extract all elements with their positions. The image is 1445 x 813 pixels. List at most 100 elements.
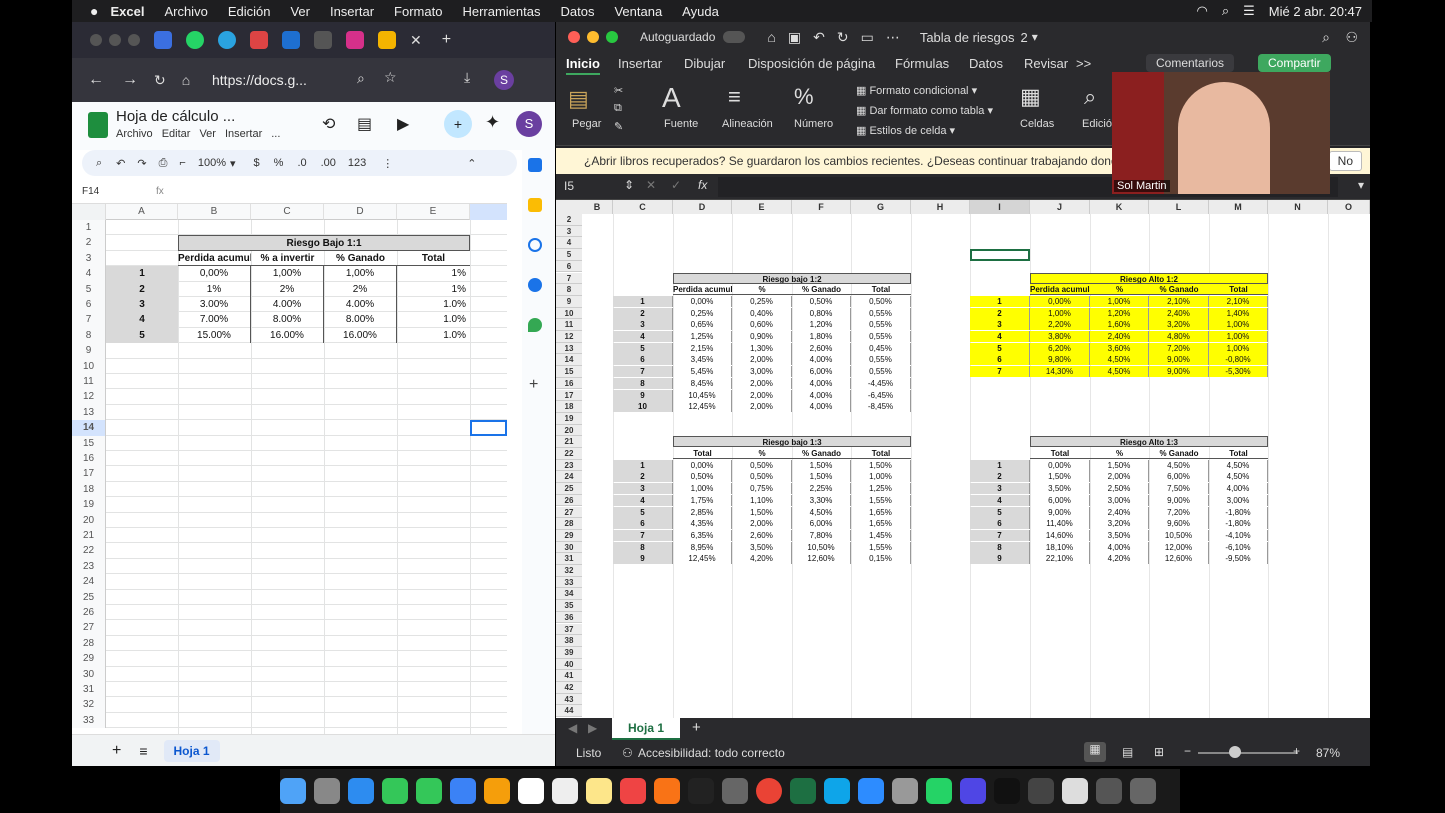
- tab-outlook-icon[interactable]: [282, 31, 300, 49]
- column-header[interactable]: E: [397, 204, 470, 220]
- finder-icon[interactable]: [280, 778, 306, 804]
- table-cell[interactable]: 1,10%: [732, 494, 792, 506]
- row-header[interactable]: 2: [556, 214, 582, 226]
- table-cell[interactable]: 7,80%: [792, 529, 851, 541]
- row-header[interactable]: 39: [556, 646, 582, 659]
- row-header[interactable]: 19: [72, 497, 106, 513]
- row-header[interactable]: 31: [72, 682, 106, 698]
- table-cell[interactable]: -9,50%: [1209, 553, 1268, 565]
- table-cell[interactable]: 12,00%: [1149, 541, 1209, 553]
- currency-button[interactable]: $: [254, 157, 260, 169]
- paste-button-label[interactable]: Pegar: [572, 118, 601, 130]
- decrease-decimal-button[interactable]: .0: [297, 157, 306, 169]
- table-cell[interactable]: 1,00%: [324, 266, 397, 282]
- table-cell[interactable]: 0,55%: [851, 366, 911, 378]
- row-header[interactable]: 6: [556, 260, 582, 273]
- table-cell[interactable]: 3,20%: [1149, 319, 1209, 331]
- row-header[interactable]: 17: [556, 389, 582, 402]
- row-header[interactable]: 27: [556, 506, 582, 519]
- page-break-icon[interactable]: ⊞: [1154, 745, 1164, 759]
- table-cell[interactable]: 7,20%: [1149, 506, 1209, 518]
- table-cell[interactable]: 2: [970, 471, 1030, 483]
- table-cell[interactable]: 4: [106, 312, 178, 328]
- table-cell[interactable]: 1,00%: [1209, 319, 1268, 331]
- table-cell[interactable]: 2,00%: [732, 389, 792, 401]
- table-cell[interactable]: 6: [613, 354, 673, 366]
- share-people-icon[interactable]: ⚇: [1345, 29, 1358, 46]
- table-cell[interactable]: 8.00%: [251, 312, 324, 328]
- table-cell[interactable]: 5,45%: [673, 366, 732, 378]
- table-cell[interactable]: 4,50%: [1149, 459, 1209, 471]
- table-cell[interactable]: 5: [613, 506, 673, 518]
- table-cell[interactable]: 0,80%: [792, 307, 851, 319]
- table-cell[interactable]: 3,45%: [673, 354, 732, 366]
- bookmark-star-icon[interactable]: ☆: [384, 69, 397, 86]
- table-cell[interactable]: 1,60%: [1090, 319, 1149, 331]
- table-cell[interactable]: 3.00%: [178, 297, 251, 313]
- table-cell[interactable]: 4,35%: [673, 518, 732, 530]
- zoom-slider[interactable]: [1198, 752, 1298, 754]
- row-header[interactable]: 20: [72, 512, 106, 528]
- table-cell[interactable]: 3,00%: [1090, 494, 1149, 506]
- table-cell[interactable]: 0,45%: [851, 342, 911, 354]
- document-icon[interactable]: [1062, 778, 1088, 804]
- table-cell[interactable]: 1,00%: [1209, 331, 1268, 342]
- table-cell[interactable]: 6: [613, 518, 673, 530]
- table-cell[interactable]: 12,45%: [673, 401, 732, 413]
- redo-icon[interactable]: ↻: [837, 29, 849, 46]
- table-cell[interactable]: 0,15%: [851, 553, 911, 565]
- undo-icon[interactable]: ↶: [813, 29, 825, 46]
- table-cell[interactable]: 4,00%: [1090, 541, 1149, 553]
- table-cell[interactable]: 3,20%: [1090, 518, 1149, 530]
- row-header[interactable]: 29: [556, 529, 582, 542]
- row-header[interactable]: 23: [72, 558, 106, 575]
- name-box[interactable]: I5: [564, 179, 574, 193]
- row-header[interactable]: 19: [556, 412, 582, 425]
- row-header[interactable]: 15: [72, 435, 106, 451]
- row-header[interactable]: 24: [556, 471, 582, 484]
- cancel-icon[interactable]: ✕: [646, 178, 656, 192]
- table-cell[interactable]: 2: [613, 471, 673, 483]
- tasks-icon[interactable]: [528, 238, 542, 252]
- row-header[interactable]: 34: [556, 588, 582, 601]
- more-icon[interactable]: ⋯: [886, 29, 900, 46]
- column-header[interactable]: G: [851, 200, 911, 214]
- cells-button-label[interactable]: Celdas: [1020, 118, 1054, 130]
- table-cell[interactable]: 1,30%: [732, 342, 792, 354]
- table-cell[interactable]: 2,40%: [1149, 307, 1209, 319]
- more-formats-button[interactable]: 123: [348, 157, 366, 169]
- table-cell[interactable]: 1,00%: [851, 471, 911, 483]
- row-header[interactable]: 10: [556, 307, 582, 320]
- table-cell[interactable]: 8.00%: [324, 312, 397, 328]
- tab-insertar[interactable]: Insertar: [618, 56, 662, 71]
- row-header[interactable]: 21: [72, 528, 106, 544]
- capcut2-icon[interactable]: [994, 778, 1020, 804]
- table-cell[interactable]: 4,00%: [1209, 483, 1268, 495]
- row-header[interactable]: 28: [556, 518, 582, 530]
- sheets-grid[interactable]: A B C D E 1 2 3 4 5 6 7 8 9 10 11 12 13 14 15 16 17 18 19 20 21 22…: [72, 204, 507, 734]
- save-icon[interactable]: ▣: [788, 29, 801, 46]
- row-header[interactable]: 7: [72, 312, 106, 328]
- tab-instagram-icon[interactable]: [346, 31, 364, 49]
- column-header[interactable]: F: [792, 200, 851, 214]
- column-header[interactable]: J: [1030, 200, 1090, 214]
- table-cell[interactable]: 12,45%: [673, 553, 732, 565]
- table-cell[interactable]: 0,65%: [673, 319, 732, 331]
- table-cell[interactable]: 8: [970, 541, 1030, 553]
- enter-icon[interactable]: ✓: [671, 178, 681, 192]
- table-cell[interactable]: 3: [970, 483, 1030, 495]
- table-cell[interactable]: 1: [613, 295, 673, 307]
- accessibility-status[interactable]: Accesibilidad: todo correcto: [638, 746, 785, 760]
- app-store-icon[interactable]: [824, 778, 850, 804]
- table-cell[interactable]: 1,50%: [732, 506, 792, 518]
- home-icon[interactable]: ⌂: [182, 72, 190, 88]
- table-cell[interactable]: 2,85%: [673, 506, 732, 518]
- row-header[interactable]: 23: [556, 459, 582, 472]
- row-header[interactable]: 7: [556, 272, 582, 285]
- table-cell[interactable]: 4,00%: [792, 377, 851, 389]
- table-cell[interactable]: 2,20%: [1030, 319, 1090, 331]
- menu-formato[interactable]: Formato: [394, 4, 442, 19]
- more-tabs-button[interactable]: >>: [1076, 56, 1091, 71]
- table-cell[interactable]: 0,40%: [732, 307, 792, 319]
- table-cell[interactable]: 4,20%: [732, 553, 792, 565]
